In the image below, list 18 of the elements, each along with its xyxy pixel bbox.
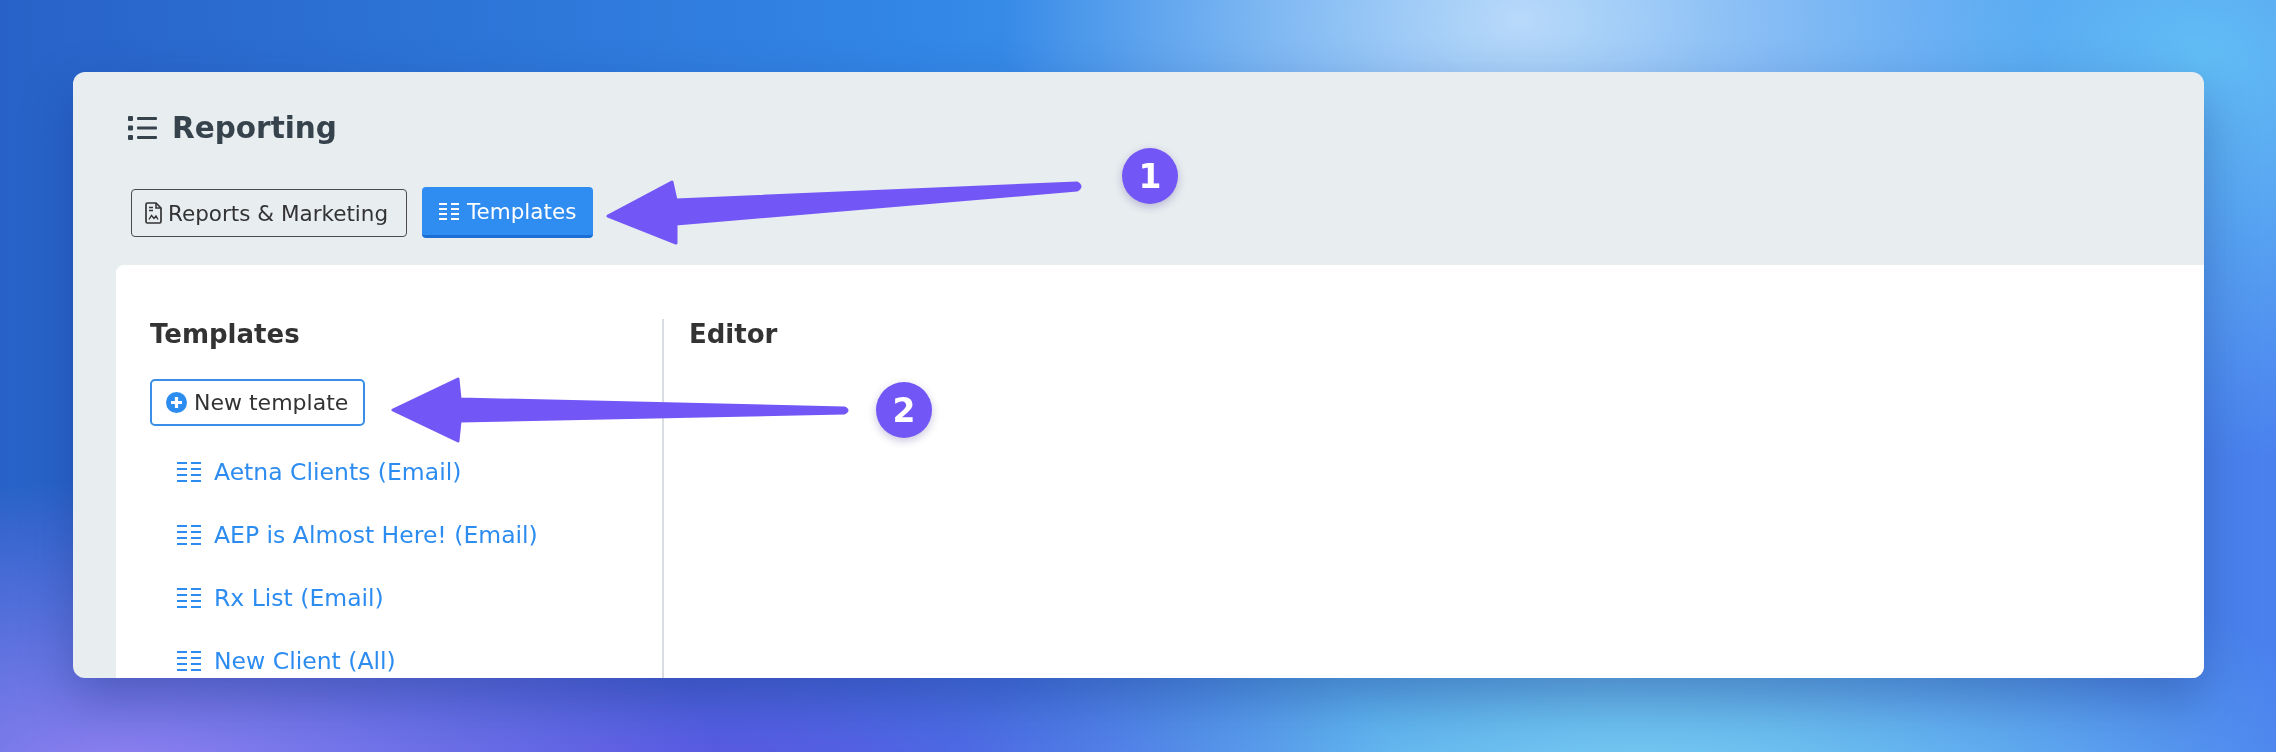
tab[interactable]: Templates (422, 187, 594, 238)
list-icon (177, 651, 201, 671)
section-heading: Templates (150, 318, 300, 350)
plus-circle-icon (166, 392, 187, 413)
list-icon (177, 462, 201, 482)
document-icon (145, 202, 162, 224)
list-icon (177, 525, 201, 545)
tab[interactable]: Reports & Marketing (131, 189, 408, 237)
list-icon (439, 202, 460, 220)
list-icon (177, 588, 201, 608)
template-link[interactable]: AEP is Almost Here! (Email) (177, 521, 538, 549)
section-heading: Editor (689, 318, 778, 350)
list-icon (128, 116, 157, 140)
template-link[interactable]: Rx List (Email) (177, 584, 384, 612)
page-title: Reporting (172, 110, 337, 146)
template-link[interactable]: New Client (All) (177, 647, 396, 675)
template-link[interactable]: Aetna Clients (Email) (177, 458, 462, 486)
new-template-button[interactable]: New template (150, 379, 366, 426)
